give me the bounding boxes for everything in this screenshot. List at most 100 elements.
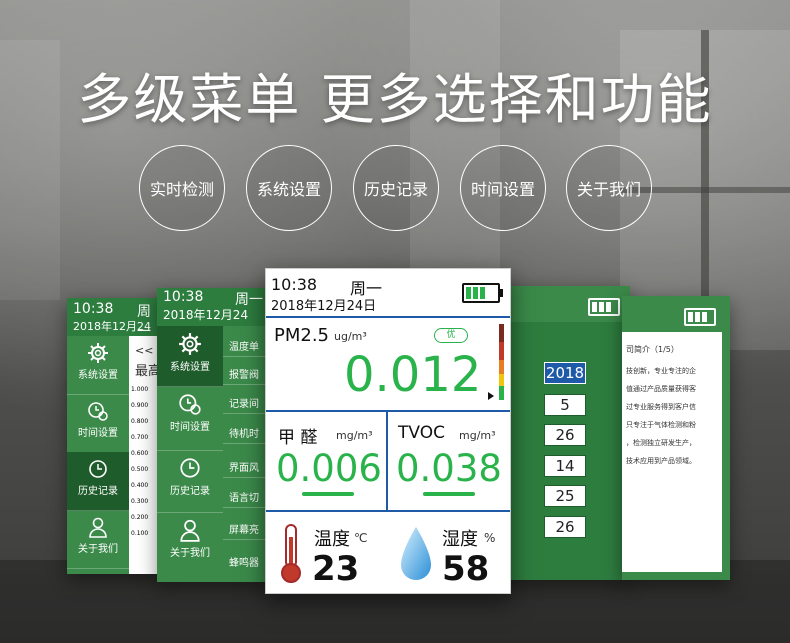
battery-cell bbox=[466, 287, 471, 299]
second-field[interactable]: 26 bbox=[544, 516, 586, 538]
headline: 多级菜单 更多选择和功能 bbox=[77, 68, 713, 131]
back-crumb[interactable]: << bbox=[135, 344, 153, 357]
sidebar-item-time[interactable]: 时间设置 bbox=[67, 394, 129, 453]
formaldehyde-level-bar bbox=[302, 492, 354, 496]
formaldehyde-value: 0.006 bbox=[276, 447, 382, 490]
feature-history[interactable]: 历史记录 bbox=[353, 145, 439, 231]
sidebar-label: 系统设置 bbox=[78, 370, 118, 381]
temperature-value: 23 bbox=[312, 549, 360, 589]
minute-field[interactable]: 25 bbox=[544, 485, 586, 507]
user-icon bbox=[180, 519, 200, 542]
pm25-value: 0.012 bbox=[344, 347, 482, 403]
pm25-label: PM2.5 bbox=[274, 325, 330, 346]
history-screen: 10:38 周一 2018年12月24 系统设置 时间设置 历史记录 关于我们 … bbox=[67, 298, 163, 574]
date-setting-screen: 2018 5 26 14 25 26 bbox=[506, 286, 630, 580]
menu-item-brightness[interactable]: 屏幕亮 bbox=[229, 521, 259, 536]
battery-cell bbox=[599, 302, 604, 312]
date: 2018年12月24 bbox=[163, 308, 249, 322]
hour-field[interactable]: 14 bbox=[544, 455, 586, 477]
day-field[interactable]: 26 bbox=[544, 424, 586, 446]
feature-realtime[interactable]: 实时检测 bbox=[139, 145, 225, 231]
sidebar-label: 时间设置 bbox=[78, 428, 118, 439]
about-text-area: 司简介（1/5） 技创新，专业专注的企 值通过产品质量获得客 过专业服务得到客户… bbox=[622, 332, 722, 572]
sidebar-label: 历史记录 bbox=[170, 486, 210, 497]
battery-cell bbox=[688, 312, 693, 322]
battery-icon bbox=[684, 308, 716, 326]
about-screen: 司简介（1/5） 技创新，专业专注的企 值通过产品质量获得客 过专业服务得到客户… bbox=[622, 296, 730, 580]
sidebar-item-time[interactable]: 时间设置 bbox=[157, 386, 223, 451]
sidebar-item-about[interactable]: 关于我们 bbox=[67, 510, 129, 569]
formaldehyde-label: 甲 醛 bbox=[278, 428, 318, 448]
axis-tick: 1.000 bbox=[131, 386, 149, 393]
clock-icon bbox=[180, 458, 200, 478]
menu-item-standby[interactable]: 待机时 bbox=[229, 425, 259, 440]
battery-icon bbox=[588, 298, 620, 316]
axis-tick: 0.800 bbox=[131, 418, 149, 425]
about-line: ，检测独立研发生产， bbox=[626, 439, 696, 447]
axis-tick: 0.100 bbox=[131, 530, 149, 537]
tvoc-level-bar bbox=[423, 492, 475, 496]
sidebar-label: 系统设置 bbox=[170, 362, 210, 373]
month-field[interactable]: 5 bbox=[544, 394, 586, 416]
tvoc-label: TVOC bbox=[398, 423, 445, 443]
gauge-level bbox=[499, 324, 504, 342]
gear-icon bbox=[179, 333, 201, 355]
date-picker-area: 2018 5 26 14 25 26 bbox=[506, 322, 630, 580]
sidebar-item-history[interactable]: 历史记录 bbox=[157, 450, 223, 513]
gauge-level bbox=[499, 360, 504, 374]
settings-menu: 温度单 报警阀 记录间 待机时 界面风 语言切 屏幕亮 蜂鸣器 bbox=[223, 326, 269, 582]
humidity-value: 58 bbox=[442, 549, 490, 589]
tvoc-unit: mg/m³ bbox=[459, 429, 496, 442]
formaldehyde-unit: mg/m³ bbox=[336, 429, 373, 442]
gear-icon bbox=[88, 343, 108, 363]
user-icon bbox=[89, 517, 107, 538]
realtime-screen: 10:38 周一 2018年12月24日 PM2.5 ug/m³ 优 0.012… bbox=[265, 268, 511, 594]
gauge-level bbox=[499, 386, 504, 400]
battery-icon bbox=[462, 283, 503, 303]
about-line: 过专业服务得到客户信 bbox=[626, 403, 696, 411]
sidebar-item-about[interactable]: 关于我们 bbox=[157, 512, 223, 582]
divider bbox=[266, 410, 510, 412]
feature-system-settings[interactable]: 系统设置 bbox=[246, 145, 332, 231]
sidebar-label: 时间设置 bbox=[170, 422, 210, 433]
pm25-unit: ug/m³ bbox=[334, 330, 367, 343]
humidity-label: 湿度 bbox=[442, 529, 478, 550]
menu-item-language[interactable]: 语言切 bbox=[229, 489, 259, 504]
clock-time: 10:38 bbox=[163, 289, 204, 305]
axis-tick: 0.300 bbox=[131, 498, 149, 505]
temperature-label: 温度 bbox=[314, 529, 350, 550]
sidebar-item-history[interactable]: 历史记录 bbox=[67, 452, 129, 511]
about-line: 技创新，专业专注的企 bbox=[626, 367, 696, 375]
feature-about-us[interactable]: 关于我们 bbox=[566, 145, 652, 231]
sidebar-label: 历史记录 bbox=[78, 486, 118, 497]
temperature-unit: ℃ bbox=[354, 531, 368, 545]
menu-item-buzzer[interactable]: 蜂鸣器 bbox=[229, 554, 259, 569]
tvoc-value: 0.038 bbox=[396, 447, 502, 490]
axis-tick: 0.500 bbox=[131, 466, 149, 473]
about-title: 司简介（1/5） bbox=[626, 345, 679, 354]
sidebar-item-system[interactable]: 系统设置 bbox=[157, 326, 223, 387]
battery-cell bbox=[592, 302, 597, 312]
gauge-level bbox=[499, 342, 504, 360]
feature-time-settings[interactable]: 时间设置 bbox=[460, 145, 546, 231]
battery-cell bbox=[606, 302, 611, 312]
clock-gear-icon bbox=[179, 394, 201, 415]
date: 2018年12月24日 bbox=[271, 299, 377, 314]
status-bar: 10:38 周一 2018年12月24 bbox=[157, 288, 269, 326]
year-field[interactable]: 2018 bbox=[544, 362, 586, 384]
gauge-pointer-icon bbox=[488, 392, 494, 400]
divider bbox=[223, 477, 269, 478]
divider bbox=[223, 507, 269, 508]
menu-item-temp-unit[interactable]: 温度单 bbox=[229, 338, 259, 353]
axis-tick: 0.700 bbox=[131, 434, 149, 441]
axis-tick: 0.400 bbox=[131, 482, 149, 489]
battery-cell bbox=[702, 312, 707, 322]
divider bbox=[223, 539, 269, 540]
menu-item-record-interval[interactable]: 记录间 bbox=[229, 395, 259, 410]
divider bbox=[223, 443, 269, 444]
sidebar-item-system[interactable]: 系统设置 bbox=[67, 336, 129, 395]
date: 2018年12月24 bbox=[73, 320, 151, 333]
about-line: 技术应用到产品领域。 bbox=[626, 457, 696, 465]
menu-item-theme[interactable]: 界面风 bbox=[229, 459, 259, 474]
menu-item-alarm[interactable]: 报警阀 bbox=[229, 366, 259, 381]
